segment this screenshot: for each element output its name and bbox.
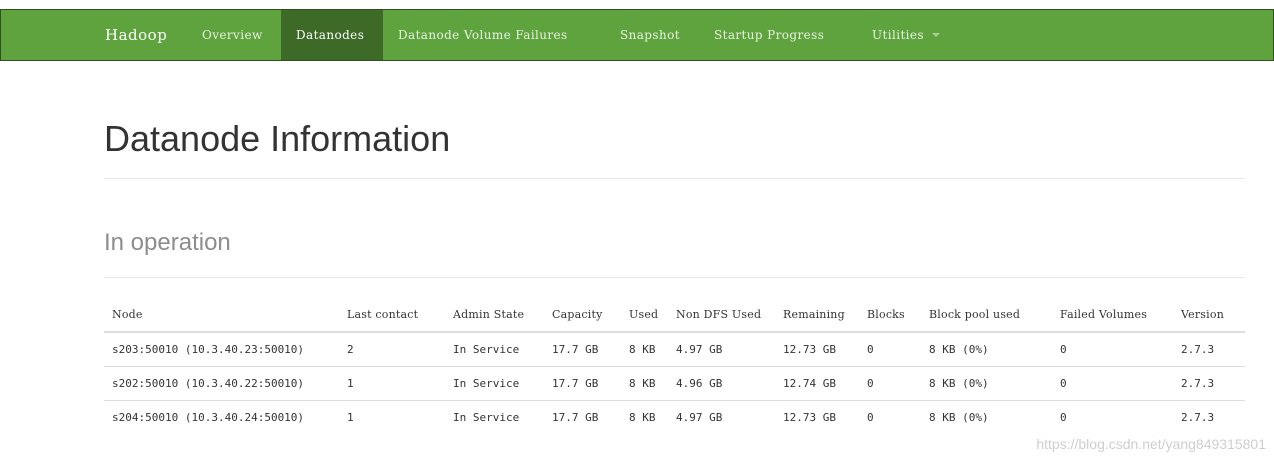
divider	[104, 178, 1245, 179]
table-header-row: Node Last contact Admin State Capacity U…	[104, 297, 1245, 333]
table-row: s202:50010 (10.3.40.22:50010) 1 In Servi…	[104, 366, 1245, 401]
caret-down-icon	[931, 32, 940, 37]
cell-capacity: 17.7 GB	[544, 366, 621, 401]
cell-admin-state: In Service	[445, 366, 544, 401]
section-title: In operation	[104, 229, 231, 256]
cell-node: s203:50010 (10.3.40.23:50010)	[112, 343, 305, 356]
nav-datanode-volume-failures[interactable]: Datanode Volume Failures	[398, 10, 568, 60]
cell-blocks: 0	[859, 366, 921, 401]
cell-last-contact: 1	[339, 400, 445, 434]
column-header-version[interactable]: Version	[1173, 297, 1245, 333]
nav-startup-progress[interactable]: Startup Progress	[714, 10, 824, 60]
cell-failed-volumes: 0	[1060, 343, 1067, 356]
cell-version: 2.7.3	[1173, 366, 1245, 401]
column-header-node[interactable]: Node	[104, 297, 339, 333]
table-row: s203:50010 (10.3.40.23:50010) 2 In Servi…	[104, 332, 1245, 367]
cell-failed-volumes: 0	[1052, 400, 1173, 434]
cell-admin-state: In Service	[453, 343, 520, 356]
cell-blocks: 0	[859, 400, 921, 434]
cell-remaining: 12.73 GB	[783, 343, 836, 356]
cell-non-dfs-used: 4.96 GB	[668, 366, 775, 401]
nav-utilities-label: Utilities	[872, 28, 924, 42]
top-navbar: Hadoop Overview Datanodes Datanode Volum…	[0, 9, 1274, 61]
cell-non-dfs-used: 4.97 GB	[668, 400, 775, 434]
column-header-used[interactable]: Used	[621, 297, 668, 333]
cell-block-pool-used: 8 KB (0%)	[921, 400, 1052, 434]
datanode-table: Node Last contact Admin State Capacity U…	[104, 297, 1245, 434]
column-header-admin-state[interactable]: Admin State	[445, 297, 544, 333]
cell-remaining: 12.74 GB	[775, 366, 859, 401]
cell-used: 8 KB	[629, 343, 656, 356]
cell-failed-volumes: 0	[1052, 366, 1173, 401]
column-header-block-pool-used[interactable]: Block pool used	[921, 297, 1052, 333]
column-header-blocks[interactable]: Blocks	[859, 297, 921, 333]
cell-non-dfs-used: 4.97 GB	[676, 343, 723, 356]
cell-version: 2.7.3	[1181, 343, 1215, 356]
nav-overview[interactable]: Overview	[202, 10, 263, 60]
cell-block-pool-used: 8 KB (0%)	[921, 366, 1052, 401]
column-header-capacity[interactable]: Capacity	[544, 297, 621, 333]
cell-node: s204:50010 (10.3.40.24:50010)	[104, 400, 339, 434]
cell-used: 8 KB	[621, 400, 668, 434]
cell-blocks: 0	[867, 343, 874, 356]
divider	[104, 277, 1245, 278]
cell-node: s202:50010 (10.3.40.22:50010)	[104, 366, 339, 401]
cell-version: 2.7.3	[1173, 400, 1245, 434]
column-header-remaining[interactable]: Remaining	[775, 297, 859, 333]
cell-admin-state: In Service	[445, 400, 544, 434]
page-title: Datanode Information	[104, 118, 451, 159]
nav-datanodes[interactable]: Datanodes	[281, 10, 383, 60]
cell-block-pool-used: 8 KB (0%)	[929, 343, 989, 356]
cell-used: 8 KB	[621, 366, 668, 401]
nav-utilities-dropdown[interactable]: Utilities	[872, 10, 940, 60]
column-header-non-dfs-used[interactable]: Non DFS Used	[668, 297, 775, 333]
column-header-failed-volumes[interactable]: Failed Volumes	[1052, 297, 1173, 333]
brand-logo[interactable]: Hadoop	[105, 10, 167, 60]
cell-remaining: 12.73 GB	[775, 400, 859, 434]
cell-last-contact: 2	[347, 343, 354, 356]
nav-snapshot[interactable]: Snapshot	[620, 10, 680, 60]
column-header-last-contact[interactable]: Last contact	[339, 297, 445, 333]
cell-capacity: 17.7 GB	[552, 343, 599, 356]
watermark: https://blog.csdn.net/yang849315801	[1036, 436, 1266, 452]
cell-last-contact: 1	[339, 366, 445, 401]
table-row: s204:50010 (10.3.40.24:50010) 1 In Servi…	[104, 400, 1245, 434]
cell-capacity: 17.7 GB	[544, 400, 621, 434]
